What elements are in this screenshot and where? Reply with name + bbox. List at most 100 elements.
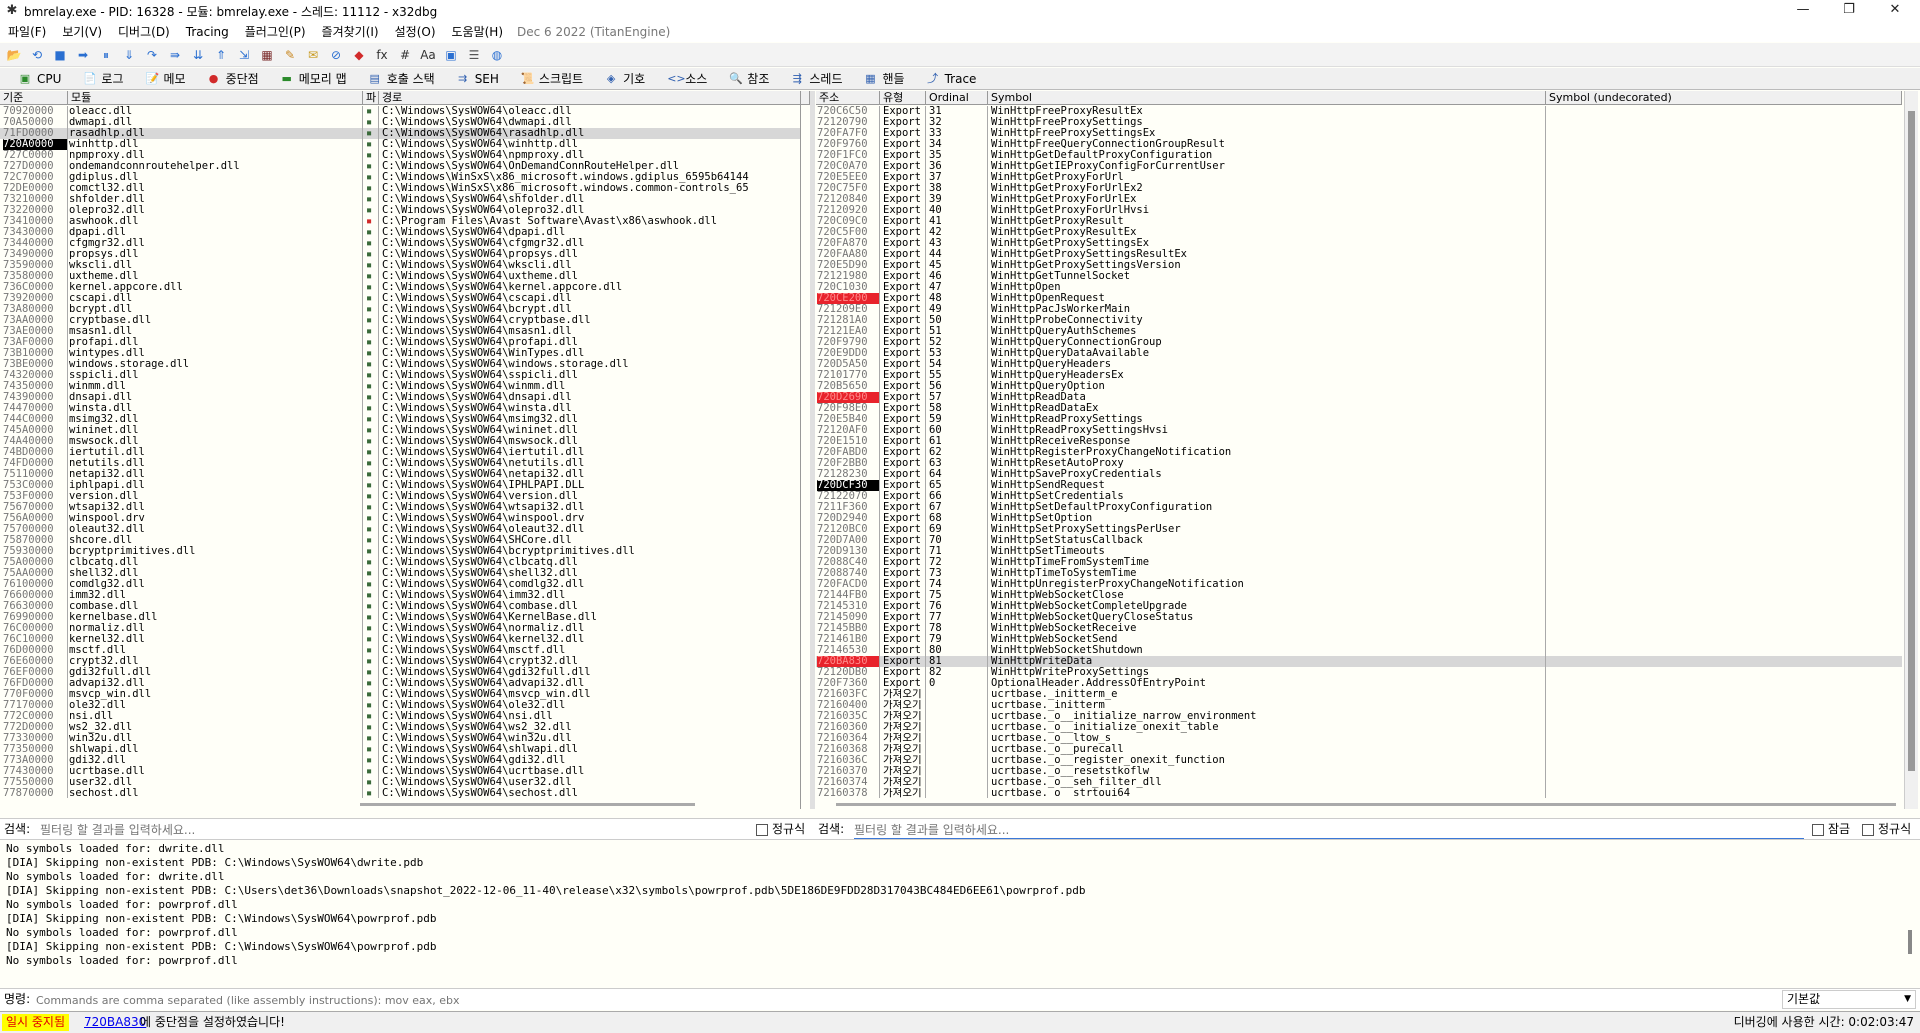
patch-icon[interactable]: ✎ <box>280 45 300 65</box>
col-header-type[interactable]: 유형 <box>880 91 926 105</box>
maximize-button[interactable]: ❐ <box>1826 0 1872 22</box>
globe-icon[interactable]: ◍ <box>487 45 507 65</box>
module-row[interactable]: 75AA0000 shell32.dll ▪ C:\Windows\SysWOW64\… <box>0 568 800 579</box>
module-row[interactable]: 73920000 cscapi.dll ▪ C:\Windows\SysWOW64\c… <box>0 293 800 304</box>
module-row[interactable]: 75110000 netapi32.dll ▪ C:\Windows\SysWOW64… <box>0 469 800 480</box>
tab-log[interactable]: 📄 로그 <box>72 69 134 89</box>
trace-into-icon[interactable]: ⇛ <box>165 45 185 65</box>
symbol-row[interactable]: 720D2690 Export 57 WinHttpReadData <box>816 392 1902 403</box>
symbol-row[interactable]: 721461B0 Export 79 WinHttpWebSocketSend <box>816 634 1902 645</box>
module-row[interactable]: 745A0000 wininet.dll ▪ C:\Windows\SysWOW64\… <box>0 425 800 436</box>
module-row[interactable]: 77430000 ucrtbase.dll ▪ C:\Windows\SysWOW64… <box>0 766 800 777</box>
tab-handles[interactable]: ▦ 핸들 <box>854 69 916 89</box>
symbol-row[interactable]: 720FA870 Export 43 WinHttpGetProxySettingsE… <box>816 238 1902 249</box>
symbol-row[interactable]: 721209E0 Export 49 WinHttpPacJsWorkerMain <box>816 304 1902 315</box>
tab-symbols[interactable]: ◈ 기호 <box>594 69 656 89</box>
symbol-row[interactable]: 72160370 가져오기 ucrtbase._o__resetstkoflw <box>816 766 1902 777</box>
module-row[interactable]: 753C0000 iphlpapi.dll ▪ C:\Windows\SysWOW64… <box>0 480 800 491</box>
module-row[interactable]: 73440000 cfgmgr32.dll ▪ C:\Windows\SysWOW64… <box>0 238 800 249</box>
module-row[interactable]: 73580000 uxtheme.dll ▪ C:\Windows\SysWOW64\… <box>0 271 800 282</box>
scylla-icon[interactable]: ▦ <box>257 45 277 65</box>
command-type-select[interactable]: 기본값 ▼ <box>1782 990 1916 1009</box>
step-into-icon[interactable]: ⇓ <box>119 45 139 65</box>
module-row[interactable]: 75670000 wtsapi32.dll ▪ C:\Windows\SysWOW64… <box>0 502 800 513</box>
symbol-row[interactable]: 720F9760 Export 34 WinHttpFreeQueryConnecti… <box>816 139 1902 150</box>
symbol-row[interactable]: 720E9DD0 Export 53 WinHttpQueryDataAvailabl… <box>816 348 1902 359</box>
module-row[interactable]: 76990000 kernelbase.dll ▪ C:\Windows\SysWOW… <box>0 612 800 623</box>
symbols-hscroll-thumb[interactable] <box>836 803 1896 806</box>
module-row[interactable]: 70920000 oleacc.dll ▪ C:\Windows\SysWOW64\o… <box>0 106 800 117</box>
col-header-address[interactable]: 주소 <box>816 91 880 105</box>
tab-trace[interactable]: ⤴ Trace <box>916 69 988 89</box>
module-row[interactable]: 77550000 user32.dll ▪ C:\Windows\SysWOW64\u… <box>0 777 800 788</box>
col-header-party[interactable]: 파 <box>363 91 379 105</box>
menu-item[interactable]: 설정(O) <box>387 22 444 42</box>
symbol-row[interactable]: 72121980 Export 46 WinHttpGetTunnelSocket <box>816 271 1902 282</box>
symbol-row[interactable]: 72120840 Export 39 WinHttpGetProxyForUrlEx <box>816 194 1902 205</box>
menu-item[interactable]: 플러그인(P) <box>237 22 314 42</box>
tab-notes[interactable]: 📝 메모 <box>135 69 197 89</box>
modules-scrollbar[interactable] <box>800 91 801 809</box>
module-row[interactable]: 74470000 winsta.dll ▪ C:\Windows\SysWOW64\w… <box>0 403 800 414</box>
symbol-row[interactable]: 72088740 Export 73 WinHttpTimeToSystemTime <box>816 568 1902 579</box>
tab-threads[interactable]: ⇶ 스레드 <box>780 69 853 89</box>
menu-item[interactable]: 즐겨찾기(I) <box>314 22 387 42</box>
symbols-scrollbar[interactable] <box>1904 91 1918 809</box>
symbol-row[interactable]: 720C0A70 Export 36 WinHttpGetIEProxyConfigF… <box>816 161 1902 172</box>
module-row[interactable]: 73A80000 bcrypt.dll ▪ C:\Windows\SysWOW64\b… <box>0 304 800 315</box>
regex-checkbox-left[interactable] <box>756 824 768 836</box>
module-row[interactable]: 76E60000 crypt32.dll ▪ C:\Windows\SysWOW64\… <box>0 656 800 667</box>
menu-item[interactable]: 디버그(D) <box>110 22 178 42</box>
module-row[interactable]: 73430000 dpapi.dll ▪ C:\Windows\SysWOW64\dp… <box>0 227 800 238</box>
symbol-row[interactable]: 72120790 Export 32 WinHttpFreeProxySettings <box>816 117 1902 128</box>
module-row[interactable]: 71FD0000 rasadhlp.dll ▪ C:\Windows\SysWOW64… <box>0 128 800 139</box>
tab-source[interactable]: <> 소스 <box>656 69 718 89</box>
symbol-row[interactable]: 720C75F0 Export 38 WinHttpGetProxyForUrlEx2 <box>816 183 1902 194</box>
symbols-list[interactable]: 720C6C50 Export 31 WinHttpFreeProxyResultEx… <box>816 106 1902 798</box>
label-icon[interactable]: ⊘ <box>326 45 346 65</box>
symbol-row[interactable]: 7216036C 가져오기 ucrtbase._o__register_onexit… <box>816 755 1902 766</box>
symbol-row[interactable]: 720FA7F0 Export 33 WinHttpFreeProxySettings… <box>816 128 1902 139</box>
stop-icon[interactable]: ■ <box>50 45 70 65</box>
module-row[interactable]: 74A40000 mswsock.dll ▪ C:\Windows\SysWOW64\… <box>0 436 800 447</box>
step-over-icon[interactable]: ↷ <box>142 45 162 65</box>
symbol-row[interactable]: 720E5EE0 Export 37 WinHttpGetProxyForUrl <box>816 172 1902 183</box>
module-row[interactable]: 73AE0000 msasn1.dll ▪ C:\Windows\SysWOW64\m… <box>0 326 800 337</box>
symbol-row[interactable]: 72160368 가져오기 ucrtbase._o__purecall <box>816 744 1902 755</box>
module-row[interactable]: 74320000 sspicli.dll ▪ C:\Windows\SysWOW64\… <box>0 370 800 381</box>
symbol-row[interactable]: 72120920 Export 40 WinHttpGetProxyForUrlHvs… <box>816 205 1902 216</box>
module-row[interactable]: 72DE0000 comctl32.dll ▪ C:\Windows\WinSxS\x… <box>0 183 800 194</box>
close-button[interactable]: ✕ <box>1872 0 1918 22</box>
col-header-ordinal[interactable]: Ordinal <box>926 91 988 105</box>
module-row[interactable]: 73B10000 wintypes.dll ▪ C:\Windows\SysWOW64… <box>0 348 800 359</box>
symbol-row[interactable]: 720DCF30 Export 65 WinHttpSendRequest <box>816 480 1902 491</box>
symbol-row[interactable]: 72122070 Export 66 WinHttpSetCredentials <box>816 491 1902 502</box>
symbol-row[interactable]: 720C5F00 Export 42 WinHttpGetProxyResultEx <box>816 227 1902 238</box>
col-header-module[interactable]: 모듈 <box>68 91 363 105</box>
symbol-row[interactable]: 720BA830 Export 81 WinHttpWriteData <box>816 656 1902 667</box>
symbol-row[interactable]: 7216035C 가져오기 ucrtbase._o__initialize_narr… <box>816 711 1902 722</box>
symbol-row[interactable]: 720E1510 Export 61 WinHttpReceiveResponse <box>816 436 1902 447</box>
comment-icon[interactable]: ✉ <box>303 45 323 65</box>
col-header-path[interactable]: 경로 <box>379 91 810 105</box>
tab-references[interactable]: 🔍 참조 <box>718 69 780 89</box>
hash-icon[interactable]: # <box>395 45 415 65</box>
module-row[interactable]: 74FD0000 netutils.dll ▪ C:\Windows\SysWOW64… <box>0 458 800 469</box>
run-icon[interactable]: ➡ <box>73 45 93 65</box>
module-row[interactable]: 720A0000 winhttp.dll ▪ C:\Windows\SysWOW64\… <box>0 139 800 150</box>
restart-icon[interactable]: ⟲ <box>27 45 47 65</box>
module-row[interactable]: 76630000 combase.dll ▪ C:\Windows\SysWOW64\… <box>0 601 800 612</box>
tab-seh[interactable]: ⇉ SEH <box>446 69 510 89</box>
menu-item[interactable]: Tracing <box>178 22 237 42</box>
module-row[interactable]: 74390000 dnsapi.dll ▪ C:\Windows\SysWOW64\d… <box>0 392 800 403</box>
symbol-row[interactable]: 72146530 Export 80 WinHttpWebSocketShutdown <box>816 645 1902 656</box>
menu-item[interactable]: 도움말(H) <box>444 22 512 42</box>
symbol-row[interactable]: 720D9130 Export 71 WinHttpSetTimeouts <box>816 546 1902 557</box>
log-view[interactable]: No symbols loaded for: dwrite.dll [DIA] S… <box>0 842 1920 968</box>
col-header-base[interactable]: 기준 <box>0 91 68 105</box>
module-row[interactable]: 73220000 olepro32.dll ▪ C:\Windows\SysWOW64… <box>0 205 800 216</box>
module-row[interactable]: 727C0000 npmproxy.dll ▪ C:\Windows\SysWOW64… <box>0 150 800 161</box>
module-row[interactable]: 73BE0000 windows.storage.dll ▪ C:\Windows\S… <box>0 359 800 370</box>
col-header-symbol-undecorated[interactable]: Symbol (undecorated) <box>1546 91 1902 105</box>
module-row[interactable]: 770F0000 msvcp_win.dll ▪ C:\Windows\SysWOW6… <box>0 689 800 700</box>
